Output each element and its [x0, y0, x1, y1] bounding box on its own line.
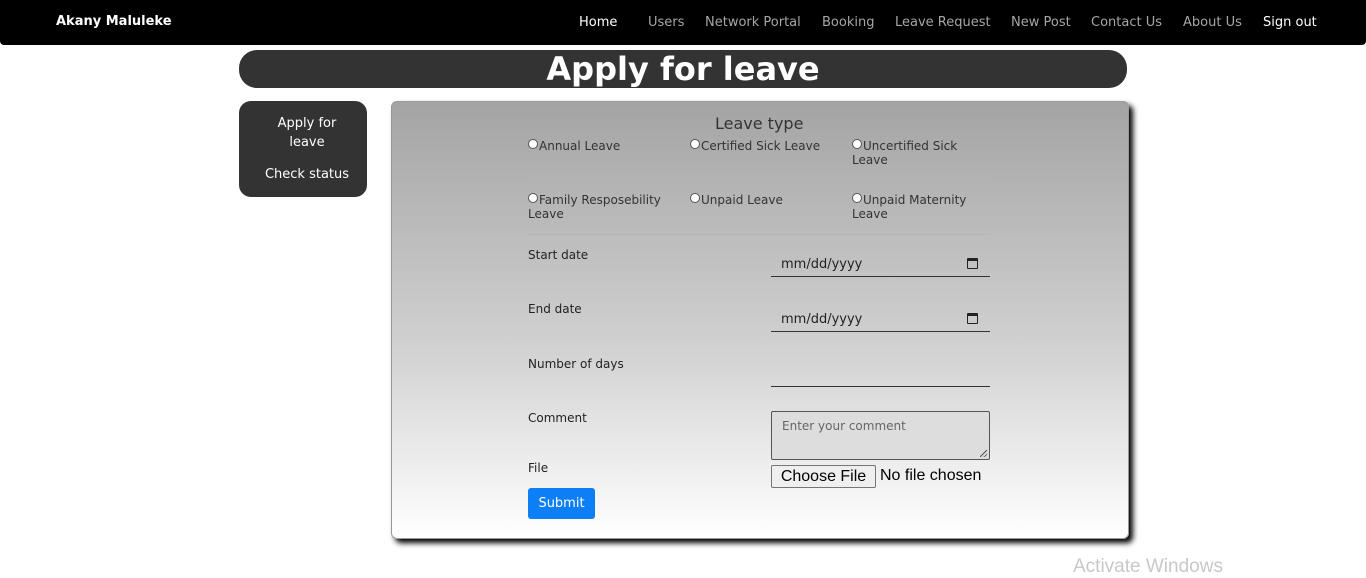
- sidebar-item-apply-for-leave[interactable]: Apply for leave: [271, 114, 343, 152]
- start-date-label: Start date: [528, 248, 589, 262]
- radio-uncertified-sick-leave[interactable]: Uncertified Sick Leave: [852, 139, 972, 167]
- submit-button[interactable]: Submit: [528, 488, 595, 519]
- resize-grip-icon[interactable]: [980, 450, 987, 457]
- divider: [528, 234, 990, 235]
- file-label: File: [528, 461, 549, 475]
- comment-label: Comment: [528, 411, 587, 425]
- radio-certified-sick-leave[interactable]: Certified Sick Leave: [690, 139, 840, 153]
- nav-sign-out[interactable]: Sign out: [1263, 15, 1317, 30]
- divider: [528, 179, 990, 180]
- nav-contact-us[interactable]: Contact Us: [1091, 15, 1162, 30]
- leave-type-legend: Leave type: [715, 114, 804, 133]
- radio-button-icon[interactable]: [690, 139, 700, 149]
- radio-button-icon[interactable]: [528, 193, 538, 203]
- radio-label: Unpaid Leave: [701, 193, 783, 207]
- nav-network-portal[interactable]: Network Portal: [705, 15, 801, 30]
- brand-name[interactable]: Akany Maluleke: [56, 14, 172, 29]
- nav-about-us[interactable]: About Us: [1183, 15, 1242, 30]
- start-date-input[interactable]: mm/dd/yyyy: [771, 254, 990, 277]
- radio-unpaid-leave[interactable]: Unpaid Leave: [690, 193, 840, 207]
- title-bar: Apply for leave: [239, 50, 1127, 88]
- radio-unpaid-maternity-leave[interactable]: Unpaid Maternity Leave: [852, 193, 977, 221]
- number-of-days-label: Number of days: [528, 357, 624, 371]
- radio-annual-leave[interactable]: Annual Leave: [528, 139, 678, 153]
- radio-label: Annual Leave: [539, 139, 621, 153]
- sidebar: Apply for leave Check status: [239, 101, 367, 197]
- nav-leave-request[interactable]: Leave Request: [895, 15, 991, 30]
- start-date-value: mm/dd/yyyy: [781, 257, 863, 272]
- end-date-value: mm/dd/yyyy: [781, 312, 863, 327]
- nav-booking[interactable]: Booking: [822, 15, 874, 30]
- nav-home[interactable]: Home: [579, 15, 617, 30]
- page-title: Apply for leave: [546, 50, 820, 88]
- radio-button-icon[interactable]: [852, 139, 862, 149]
- radio-button-icon[interactable]: [528, 139, 538, 149]
- end-date-label: End date: [528, 302, 582, 316]
- calendar-icon[interactable]: [967, 258, 978, 269]
- calendar-icon[interactable]: [967, 313, 978, 324]
- radio-label: Unpaid Maternity Leave: [852, 193, 967, 221]
- number-of-days-input[interactable]: [771, 362, 990, 387]
- top-navbar: Akany Maluleke Home Users Network Portal…: [0, 0, 1366, 45]
- comment-textarea[interactable]: Enter your comment: [771, 411, 990, 460]
- sidebar-item-check-status[interactable]: Check status: [259, 165, 355, 184]
- radio-label: Uncertified Sick Leave: [852, 139, 958, 167]
- choose-file-button[interactable]: Choose File: [771, 465, 876, 488]
- nav-users[interactable]: Users: [648, 15, 684, 30]
- nav-new-post[interactable]: New Post: [1011, 15, 1071, 30]
- leave-form-card: [391, 101, 1129, 539]
- file-status-text: No file chosen: [880, 467, 982, 484]
- radio-button-icon[interactable]: [852, 193, 862, 203]
- radio-button-icon[interactable]: [690, 193, 700, 203]
- radio-label: Certified Sick Leave: [701, 139, 821, 153]
- comment-placeholder: Enter your comment: [782, 419, 906, 433]
- radio-label: Family Resposebility Leave: [528, 193, 661, 221]
- end-date-input[interactable]: mm/dd/yyyy: [771, 309, 990, 332]
- activate-windows-watermark: Activate Windows: [1073, 556, 1223, 577]
- radio-family-responsibility-leave[interactable]: Family Resposebility Leave: [528, 193, 678, 221]
